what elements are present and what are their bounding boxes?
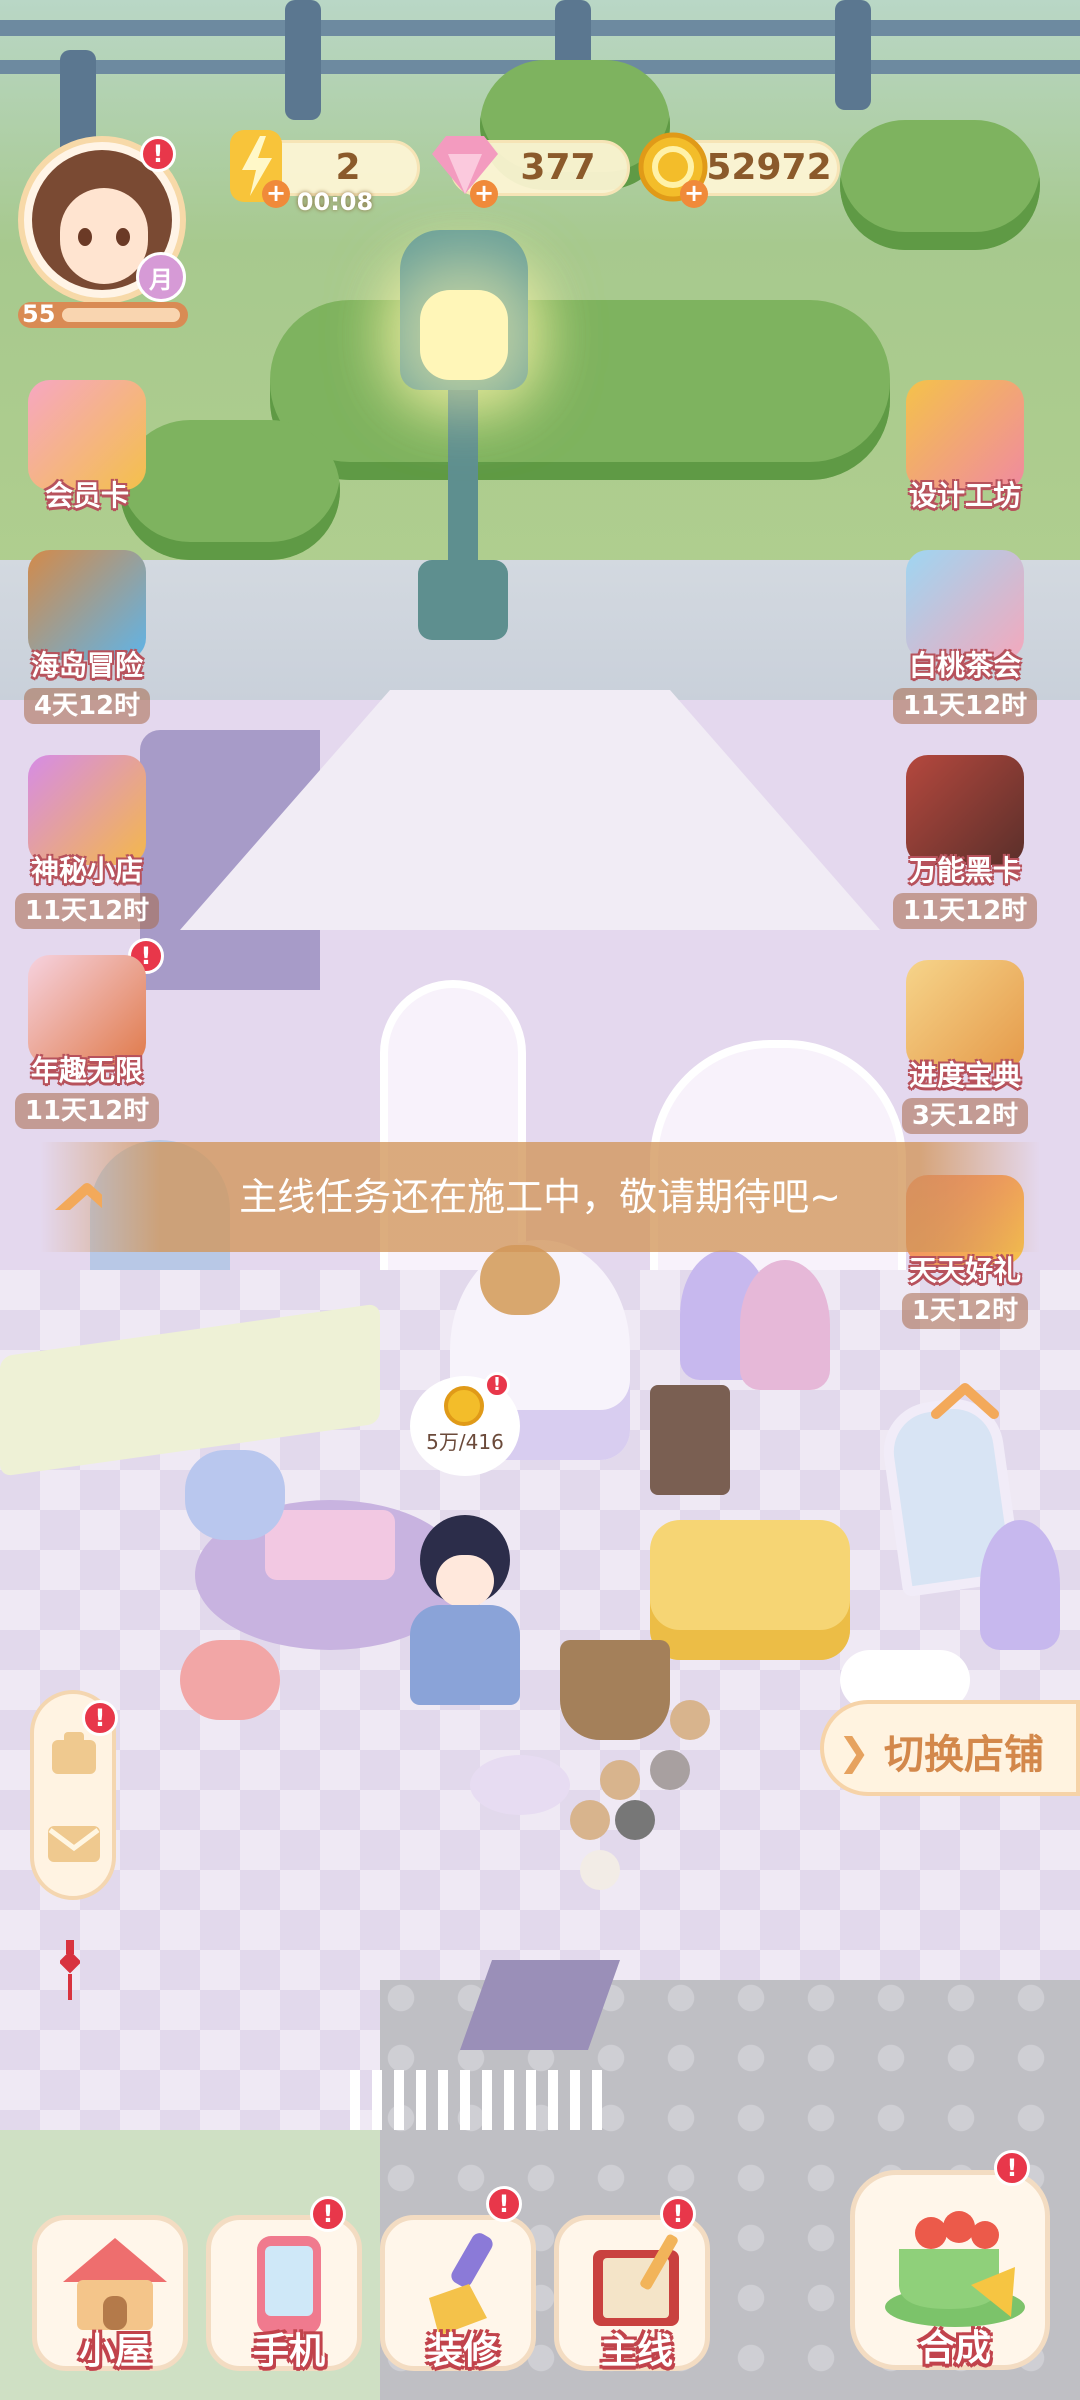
merge-alert-badge: ! (994, 2150, 1030, 2186)
lamp-glow (420, 290, 508, 380)
wardrobe-icon[interactable] (48, 1730, 100, 1780)
hedge (270, 300, 890, 480)
coin-value: 52972 (706, 147, 832, 188)
pill-alert-badge: ! (82, 1700, 118, 1736)
mystery-shop-timer: 11天12时 (14, 893, 160, 929)
decorate-alert-badge: ! (486, 2186, 522, 2222)
avatar-alert-badge: ! (140, 136, 176, 172)
player-character[interactable] (400, 1515, 530, 1705)
black-card-label: 万能黑卡 (908, 854, 1021, 887)
merge-label: 合成 (918, 2328, 991, 2369)
player-level: 55 (22, 300, 56, 328)
lamp-base (418, 560, 508, 640)
moon-badge: 月 (136, 252, 186, 302)
progress-book-button[interactable]: 进度宝典 3天12时 (890, 960, 1040, 1134)
daily-gift-label: 天天好礼 (908, 1254, 1021, 1287)
gem-value: 377 (520, 147, 596, 188)
avatar-eye (78, 228, 92, 246)
white-fence (350, 2070, 610, 2130)
cat-bed (470, 1755, 570, 1815)
toast-message: 主线任务还在施工中，敬请期待吧~ (239, 1175, 841, 1219)
vip-card-button[interactable]: 会员卡 (12, 380, 162, 514)
avatar-face (60, 188, 148, 284)
island-adventure-button[interactable]: 海岛冒险 4天12时 (12, 550, 162, 724)
avatar-eye (116, 228, 130, 246)
coin-plus-icon[interactable]: + (680, 180, 708, 208)
house-icon (63, 2238, 167, 2330)
chinese-knot-icon (60, 1940, 80, 2000)
nav-phone-label: 手机 (252, 2331, 325, 2372)
peach-tea-party-timer: 11天12时 (892, 688, 1038, 724)
nav-decorate-label: 装修 (426, 2331, 499, 2372)
coin-icon (444, 1386, 484, 1426)
energy-value: 2 (335, 147, 361, 188)
income-alert-badge: ! (484, 1372, 510, 1398)
newyear-fun-label: 年趣无限 (30, 1054, 143, 1087)
newyear-fun-timer: 11天12时 (14, 1093, 160, 1129)
gem-plus-icon[interactable]: + (470, 180, 498, 208)
yellow-sofa (650, 1520, 850, 1660)
dress-display (740, 1260, 830, 1390)
chevron-up-icon[interactable] (52, 1180, 102, 1210)
blob-seat (185, 1450, 285, 1540)
newyear-fun-button[interactable]: 年趣无限 11天12时 (12, 955, 162, 1129)
chevron-up-icon[interactable] (930, 1380, 1000, 1420)
progress-book-timer: 3天12时 (901, 1098, 1029, 1134)
phone-alert-badge: ! (310, 2196, 346, 2232)
table (265, 1510, 395, 1580)
nav-mainline-button[interactable]: 主线 (554, 2215, 710, 2372)
nav-mainline-label: 主线 (600, 2331, 673, 2372)
merge-button[interactable]: 合成 (850, 2170, 1050, 2370)
nav-decorate-button[interactable]: 装修 (380, 2215, 536, 2372)
kitten (650, 1750, 690, 1790)
switch-shop-label: 切换店铺 (884, 1732, 1044, 1778)
energy-timer: 00:08 (296, 188, 374, 216)
peach-tea-party-button[interactable]: 白桃茶会 11天12时 (890, 550, 1040, 724)
teacup-merge-icon (885, 2211, 1025, 2327)
energy-plus-icon[interactable]: + (262, 180, 290, 208)
chevron-right-icon: ❯ (838, 1730, 870, 1774)
mainline-alert-badge: ! (660, 2196, 696, 2232)
dress-mannequin (980, 1520, 1060, 1650)
menu-easel (650, 1385, 730, 1495)
design-workshop-button[interactable]: 设计工坊 (890, 380, 1040, 514)
toast-banner: 主线任务还在施工中，敬请期待吧~ (40, 1142, 1040, 1252)
island-adventure-timer: 4天12时 (23, 688, 151, 724)
island-adventure-label: 海岛冒险 (30, 649, 143, 682)
switch-shop-button[interactable]: ❯ 切换店铺 (820, 1700, 1080, 1796)
progress-book-label: 进度宝典 (908, 1059, 1021, 1092)
vip-card-label: 会员卡 (44, 479, 129, 512)
kitten (580, 1850, 620, 1890)
mystery-shop-button[interactable]: 神秘小店 11天12时 (12, 755, 162, 929)
shopkeeper-head (480, 1245, 560, 1315)
kitten (670, 1700, 710, 1740)
nav-phone-button[interactable]: 手机 (206, 2215, 362, 2372)
income-value: 5万/416 (426, 1430, 504, 1454)
daily-gift-timer: 1天12时 (901, 1293, 1029, 1329)
bush (840, 120, 1040, 250)
black-card-timer: 11天12时 (892, 893, 1038, 929)
pink-seat (180, 1640, 280, 1720)
mystery-shop-label: 神秘小店 (30, 854, 143, 887)
black-card-button[interactable]: 万能黑卡 11天12时 (890, 755, 1040, 929)
mail-icon[interactable] (46, 1822, 102, 1866)
nav-house-button[interactable]: 小屋 (32, 2215, 188, 2372)
peach-tea-party-label: 白桃茶会 (908, 649, 1021, 682)
kitten (615, 1800, 655, 1840)
bunny-basket (560, 1640, 670, 1740)
kitten (570, 1800, 610, 1840)
nav-house-label: 小屋 (78, 2331, 151, 2372)
design-workshop-label: 设计工坊 (908, 479, 1021, 512)
level-bar-fill (62, 308, 180, 322)
kitten (600, 1760, 640, 1800)
